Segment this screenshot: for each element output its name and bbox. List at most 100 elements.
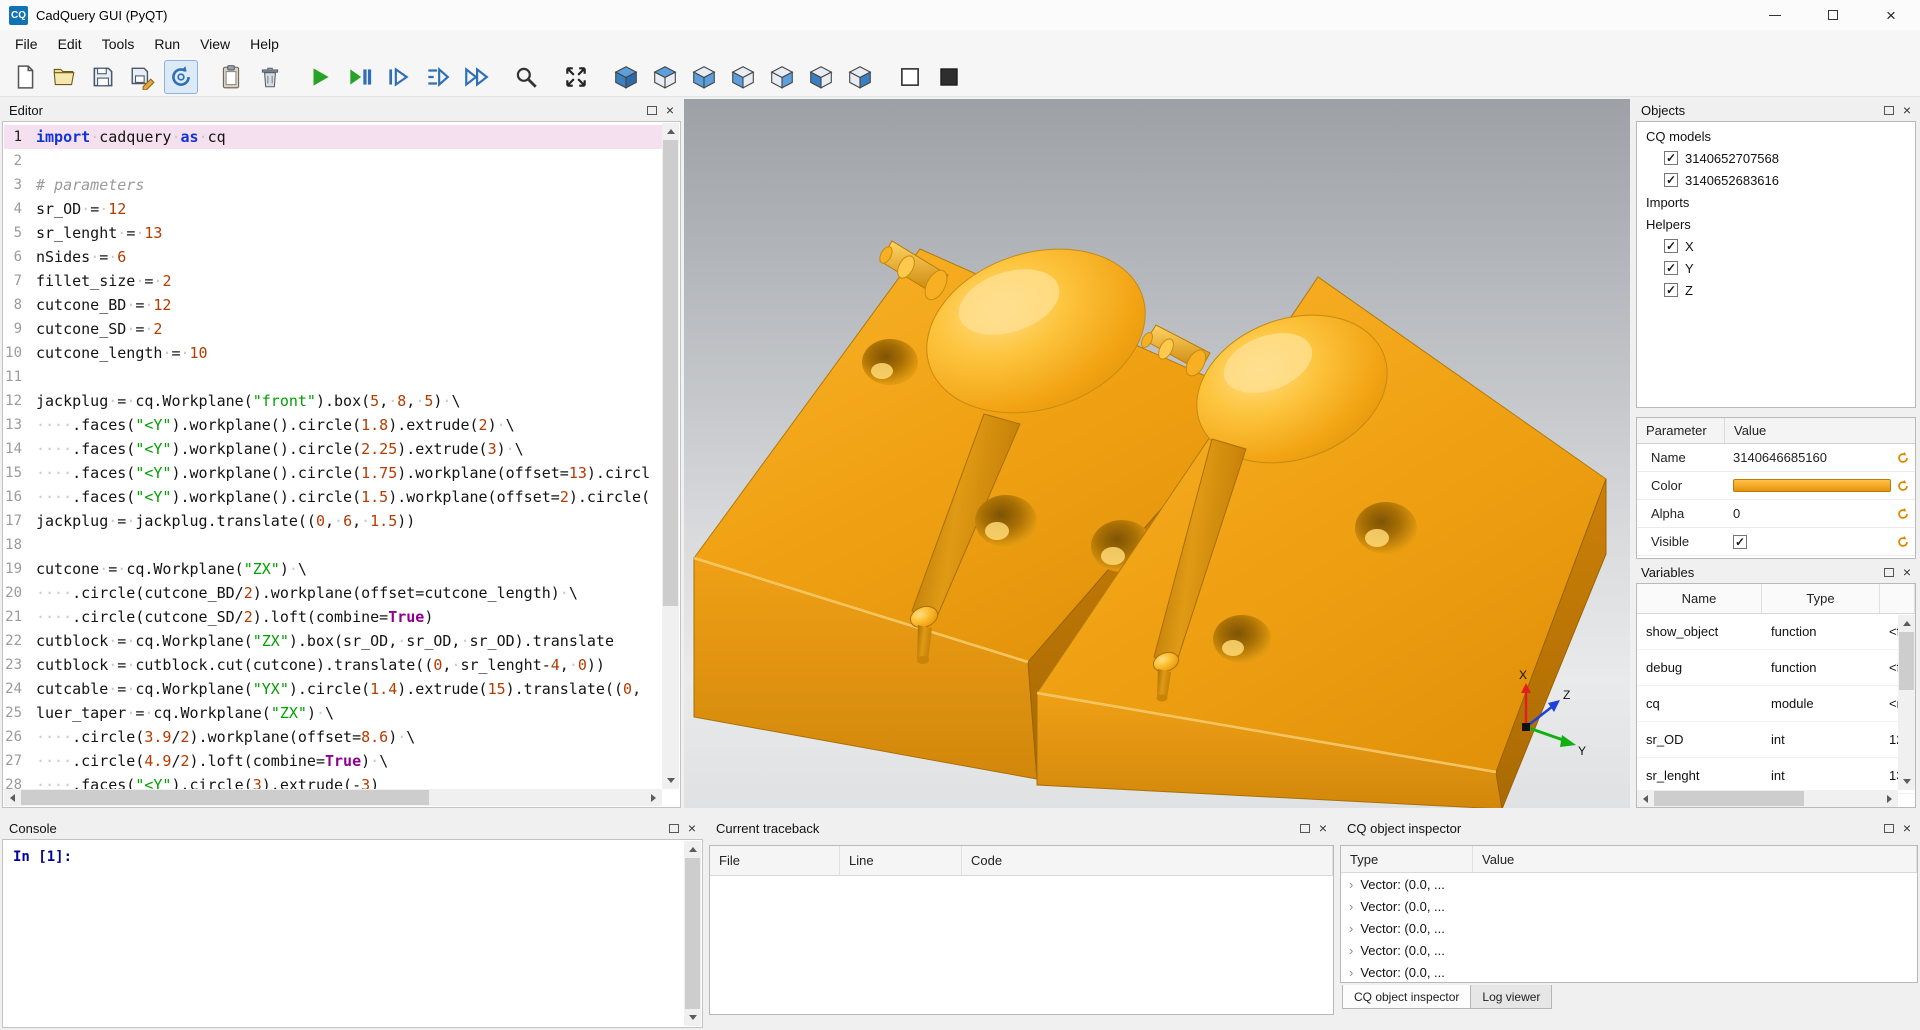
save-file-button[interactable] [86, 60, 120, 94]
tab-cq-object-inspector[interactable]: CQ object inspector [1342, 985, 1471, 1009]
expand-chevron-icon[interactable]: › [1349, 877, 1353, 892]
tree-item[interactable]: ✓X [1637, 235, 1915, 257]
close-dock-icon[interactable]: × [688, 821, 696, 835]
inspector-row[interactable]: ›Vector: (0.0, ... [1341, 895, 1917, 917]
inspector-row[interactable]: ›Vector: (0.0, ... [1341, 961, 1917, 983]
property-value[interactable]: ✓ [1725, 535, 1891, 549]
scrollbar-thumb-vertical[interactable] [685, 858, 700, 1009]
viewport-3d[interactable]: X Z Y [684, 99, 1630, 808]
close-dock-icon[interactable]: × [1903, 821, 1911, 835]
tab-log-viewer[interactable]: Log viewer [1470, 985, 1552, 1009]
float-dock-icon[interactable] [1300, 824, 1310, 833]
scroll-right-icon[interactable] [651, 794, 656, 802]
inspector-row[interactable]: ›Vector: (0.0, ... [1341, 873, 1917, 895]
property-value[interactable]: 0 [1725, 506, 1891, 521]
checkbox[interactable]: ✓ [1664, 151, 1678, 165]
maximize-button[interactable] [1804, 0, 1862, 30]
editor-horizontal-scrollbar[interactable] [4, 789, 662, 806]
scrollbar-thumb-vertical[interactable] [1899, 632, 1914, 690]
scroll-right-icon[interactable] [1887, 795, 1892, 803]
close-dock-icon[interactable]: × [1903, 103, 1911, 117]
expand-chevron-icon[interactable]: › [1349, 899, 1353, 914]
reset-icon[interactable] [1891, 479, 1915, 493]
expand-chevron-icon[interactable]: › [1349, 943, 1353, 958]
minimize-button[interactable] [1746, 0, 1804, 30]
variables-horizontal-scrollbar[interactable] [1637, 790, 1898, 807]
variable-row[interactable]: sr_ODint12 [1637, 722, 1915, 758]
view-top-button[interactable] [648, 60, 682, 94]
save-as-button[interactable] [125, 60, 159, 94]
view-left-button[interactable] [804, 60, 838, 94]
wireframe-button[interactable] [893, 60, 927, 94]
new-file-button[interactable] [8, 60, 42, 94]
step-button[interactable] [381, 60, 415, 94]
float-dock-icon[interactable] [1884, 106, 1894, 115]
column-header[interactable]: Type [1341, 846, 1473, 872]
code-area[interactable]: 1import·cadquery·as·cq23# parameters4sr_… [4, 123, 662, 789]
view-bottom-button[interactable] [687, 60, 721, 94]
expand-chevron-icon[interactable]: › [1349, 921, 1353, 936]
column-header[interactable]: Line [840, 846, 962, 875]
console-vertical-scrollbar[interactable] [684, 841, 701, 1026]
variable-row[interactable]: sr_lenghtint13 [1637, 758, 1915, 794]
menu-item-edit[interactable]: Edit [48, 32, 92, 56]
column-header[interactable]: Code [962, 846, 1333, 875]
property-row[interactable]: Visible✓ [1637, 528, 1915, 556]
tree-item[interactable]: Imports [1637, 191, 1915, 213]
autoreload-button[interactable] [164, 60, 198, 94]
column-header[interactable]: Type [1762, 584, 1880, 613]
editor-vertical-scrollbar[interactable] [662, 123, 679, 789]
zoom-button[interactable] [509, 60, 543, 94]
tree-item[interactable]: ✓Z [1637, 279, 1915, 301]
float-dock-icon[interactable] [669, 824, 679, 833]
menu-item-tools[interactable]: Tools [92, 32, 145, 56]
scroll-left-icon[interactable] [1643, 795, 1648, 803]
color-swatch[interactable] [1733, 479, 1891, 492]
column-header[interactable]: File [710, 846, 840, 875]
menu-item-file[interactable]: File [5, 32, 48, 56]
debug-button[interactable] [342, 60, 376, 94]
scrollbar-thumb-horizontal[interactable] [1654, 791, 1804, 806]
menu-item-run[interactable]: Run [144, 32, 190, 56]
paste-button[interactable] [214, 60, 248, 94]
close-dock-icon[interactable]: × [666, 103, 674, 117]
view-right-button[interactable] [843, 60, 877, 94]
reset-icon[interactable] [1891, 507, 1915, 521]
inspector-row[interactable]: ›Vector: (0.0, ... [1341, 917, 1917, 939]
view-back-button[interactable] [765, 60, 799, 94]
checkbox[interactable]: ✓ [1664, 261, 1678, 275]
reset-icon[interactable] [1891, 451, 1915, 465]
step-into-button[interactable] [420, 60, 454, 94]
variable-row[interactable]: cqmodule<m [1637, 686, 1915, 722]
column-header[interactable] [1880, 584, 1915, 613]
expand-chevron-icon[interactable]: › [1349, 965, 1353, 980]
property-row[interactable]: Alpha0 [1637, 500, 1915, 528]
checkbox[interactable]: ✓ [1733, 535, 1747, 549]
scroll-up-icon[interactable] [667, 129, 675, 134]
scroll-up-icon[interactable] [689, 847, 697, 852]
delete-button[interactable] [253, 60, 287, 94]
view-iso-button[interactable] [609, 60, 643, 94]
inspector-row[interactable]: ›Vector: (0.0, ... [1341, 939, 1917, 961]
scrollbar-thum-vertical[interactable] [663, 140, 678, 606]
tree-item[interactable]: ✓3140652707568 [1637, 147, 1915, 169]
console-body[interactable]: In [1]: [2, 839, 703, 1028]
scroll-left-icon[interactable] [10, 794, 15, 802]
shaded-button[interactable] [932, 60, 966, 94]
tree-item[interactable]: Helpers [1637, 213, 1915, 235]
scroll-down-icon[interactable] [689, 1015, 697, 1020]
float-dock-icon[interactable] [647, 106, 657, 115]
tree-item[interactable]: ✓3140652683616 [1637, 169, 1915, 191]
float-dock-icon[interactable] [1884, 568, 1894, 577]
property-value[interactable]: 3140646685160 [1725, 450, 1891, 465]
view-front-button[interactable] [726, 60, 760, 94]
render-button[interactable] [303, 60, 337, 94]
variable-row[interactable]: debugfunction<f [1637, 650, 1915, 686]
property-row[interactable]: Name3140646685160 [1637, 444, 1915, 472]
column-header[interactable]: Name [1637, 584, 1762, 613]
column-header[interactable]: Value [1725, 418, 1915, 443]
scroll-up-icon[interactable] [1903, 621, 1911, 626]
scrollbar-thumb-horizontal[interactable] [21, 790, 429, 805]
close-dock-icon[interactable]: × [1319, 821, 1327, 835]
checkbox[interactable]: ✓ [1664, 283, 1678, 297]
